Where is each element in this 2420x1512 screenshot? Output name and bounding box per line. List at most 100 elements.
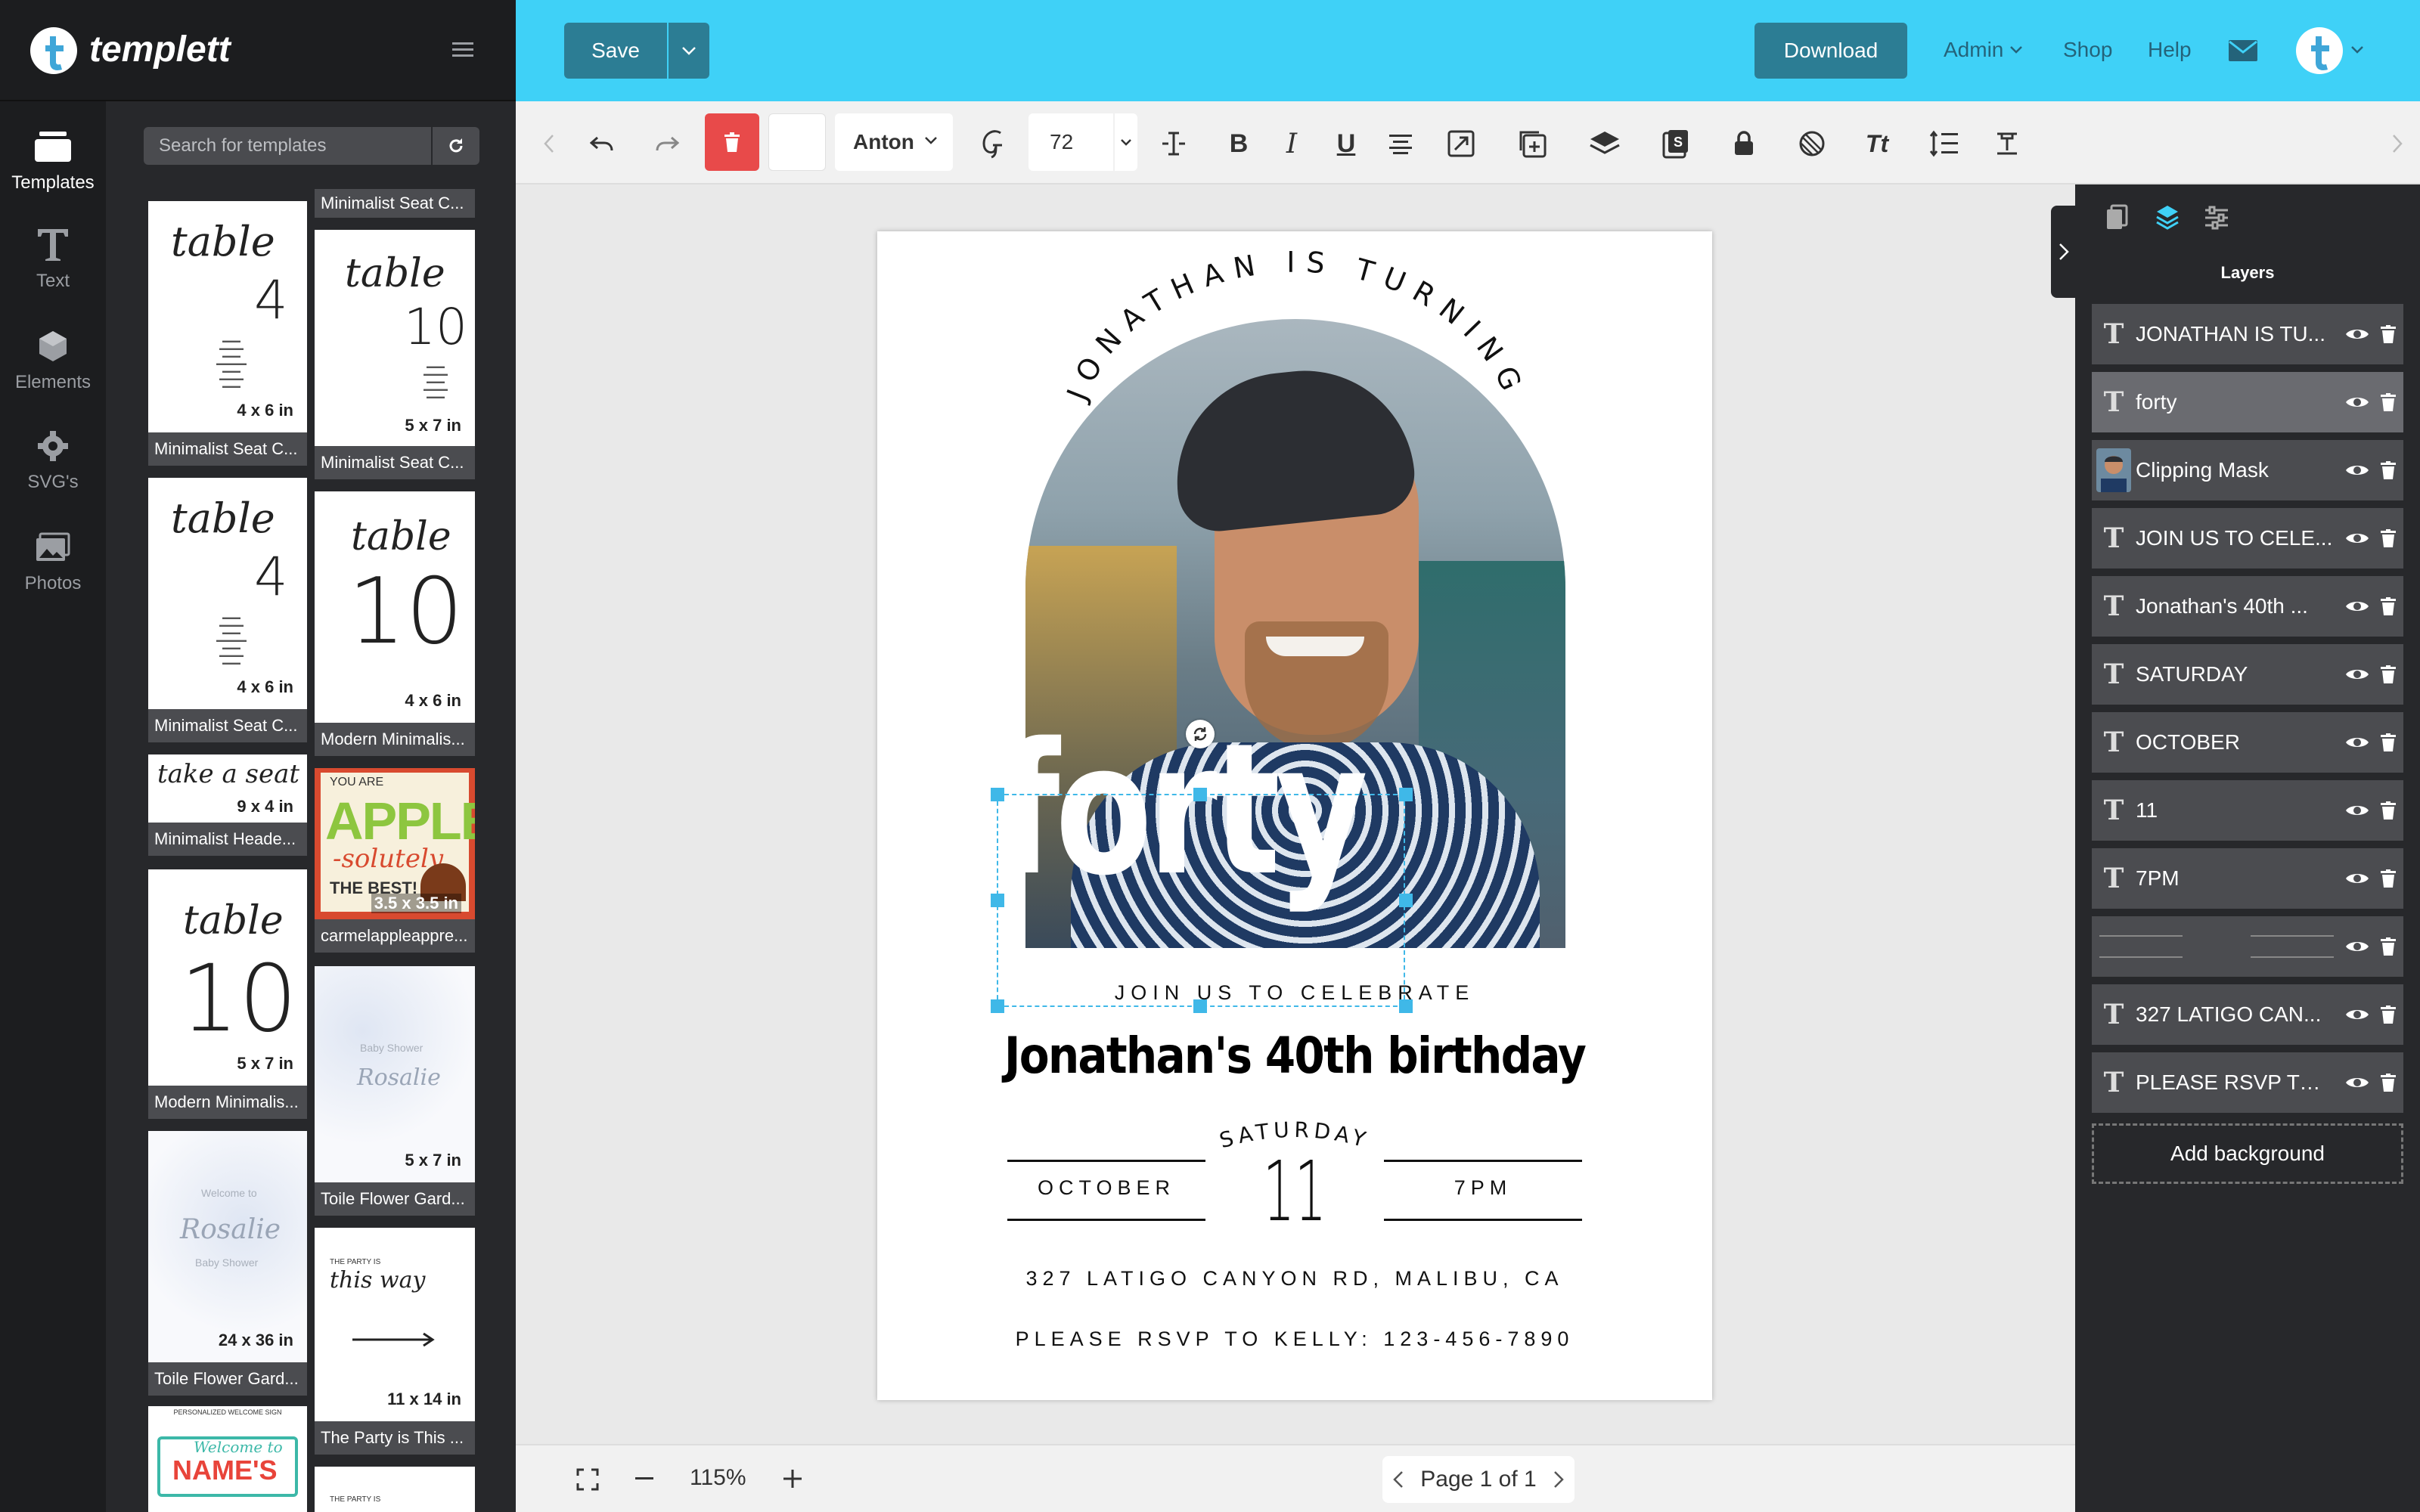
visibility-eye-icon[interactable] <box>2341 1075 2373 1090</box>
admin-menu[interactable]: Admin <box>1944 38 2023 62</box>
zoom-in-icon[interactable] <box>782 1468 803 1489</box>
mail-icon[interactable] <box>2228 39 2258 62</box>
letter-spacing-icon[interactable] <box>1156 125 1192 162</box>
resize-handle-n[interactable] <box>1193 788 1207 801</box>
layer-row[interactable]: T OCTOBER <box>2092 712 2403 773</box>
visibility-eye-icon[interactable] <box>2341 939 2373 954</box>
add-background-button[interactable]: Add background <box>2092 1123 2403 1184</box>
undo-icon[interactable] <box>584 125 620 162</box>
arc-text-layer[interactable]: JONATHAN IS TURNING <box>877 231 1712 458</box>
trash-icon[interactable] <box>2373 869 2403 888</box>
transparency-icon[interactable] <box>1794 125 1830 162</box>
template-card-1[interactable]: table 4 ▬▬▬ ▬▬▬▬ ▬▬▬ ▬▬▬▬▬ ▬▬▬ ▬▬▬▬ ▬▬▬ 4 x 6 … <box>148 201 307 466</box>
font-style-icon[interactable] <box>974 125 1010 162</box>
resize-handle-ne[interactable] <box>1399 788 1413 801</box>
month-text[interactable]: OCTOBER <box>1007 1176 1205 1200</box>
layers-tab-icon[interactable] <box>2155 204 2180 230</box>
visibility-eye-icon[interactable] <box>2341 599 2373 614</box>
layers-order-icon[interactable] <box>1587 125 1623 162</box>
settings-tab-icon[interactable] <box>2204 206 2229 230</box>
trash-icon[interactable] <box>2373 325 2403 343</box>
layer-row[interactable]: T PLEASE RSVP TO ... <box>2092 1052 2403 1113</box>
birthday-title[interactable]: Jonathan's 40th birthday <box>927 1027 1662 1085</box>
trash-icon[interactable] <box>2373 461 2403 479</box>
rail-item-svgs[interactable]: SVG's <box>0 425 106 493</box>
template-card-4[interactable]: table 10 4 x 6 in Modern Minimalis... <box>315 491 475 756</box>
template-card-9[interactable]: Welcome to Rosalie Baby Shower 24 x 36 i… <box>148 1131 307 1396</box>
help-link[interactable]: Help <box>2148 38 2192 62</box>
visibility-eye-icon[interactable] <box>2341 463 2373 478</box>
duplicate-icon[interactable] <box>1514 125 1550 162</box>
rail-item-text[interactable]: Text <box>0 224 106 292</box>
align-center-icon[interactable] <box>1382 125 1419 162</box>
visibility-eye-icon[interactable] <box>2341 531 2373 546</box>
italic-icon[interactable]: I <box>1274 125 1310 162</box>
rail-item-templates[interactable]: Templates <box>0 125 106 194</box>
layer-row[interactable]: T 11 <box>2092 780 2403 841</box>
visibility-eye-icon[interactable] <box>2341 327 2373 342</box>
next-page-icon[interactable] <box>1553 1470 1564 1489</box>
time-text[interactable]: 7PM <box>1384 1176 1582 1200</box>
design-page[interactable]: JONATHAN IS TURNING forty JOIN US TO CEL… <box>877 231 1712 1400</box>
text-case-icon[interactable]: Tt <box>1859 125 1895 162</box>
font-family-select[interactable]: Anton <box>835 113 953 171</box>
layer-row[interactable]: T Jonathan's 40th ... <box>2092 576 2403 637</box>
shop-link[interactable]: Shop <box>2063 38 2112 62</box>
save-options-dropdown[interactable] <box>669 23 709 79</box>
template-card-10[interactable]: THE PARTY IS this way 11 x 14 in The Par… <box>315 1228 475 1455</box>
scroll-right-icon[interactable] <box>2379 125 2415 162</box>
line-height-icon[interactable] <box>1925 125 1962 162</box>
resize-icon[interactable] <box>1443 125 1479 162</box>
visibility-eye-icon[interactable] <box>2341 667 2373 682</box>
resize-handle-e[interactable] <box>1399 894 1413 907</box>
bold-icon[interactable]: B <box>1221 125 1257 162</box>
font-size-input[interactable]: 72 <box>1028 113 1113 171</box>
trash-icon[interactable] <box>2373 937 2403 956</box>
template-card-top[interactable]: Minimalist Seat C... <box>315 189 475 218</box>
join-text[interactable]: JOIN US TO CELEBRATE <box>877 981 1712 1005</box>
scroll-left-icon[interactable] <box>531 125 567 162</box>
trash-icon[interactable] <box>2373 597 2403 615</box>
visibility-eye-icon[interactable] <box>2341 803 2373 818</box>
template-card-7[interactable]: table 10 5 x 7 in Modern Minimalis... <box>148 869 307 1119</box>
user-avatar[interactable] <box>2296 27 2343 74</box>
previous-page-icon[interactable] <box>1393 1470 1404 1489</box>
template-card-11[interactable]: PERSONALIZED WELCOME SIGN Welcome to NAM… <box>148 1406 307 1512</box>
link-layer-icon[interactable]: S <box>1658 125 1694 162</box>
chevron-down-icon[interactable] <box>2350 45 2364 54</box>
trash-icon[interactable] <box>2373 1005 2403 1024</box>
hamburger-menu-icon[interactable] <box>452 41 473 57</box>
redo-icon[interactable] <box>649 125 685 162</box>
address-text[interactable]: 327 LATIGO CANYON RD, MALIBU, CA <box>877 1267 1712 1290</box>
download-button[interactable]: Download <box>1754 23 1907 79</box>
visibility-eye-icon[interactable] <box>2341 871 2373 886</box>
refresh-icon[interactable] <box>433 127 479 165</box>
trash-icon[interactable] <box>2373 393 2403 411</box>
layer-row[interactable]: T 7PM <box>2092 848 2403 909</box>
template-card-5[interactable]: take a seat 9 x 4 in Minimalist Heade... <box>148 754 307 856</box>
template-card-6[interactable]: YOU ARE APPLE -solutely THE BEST! 3.5 x … <box>315 768 475 953</box>
save-button[interactable]: Save <box>564 23 667 79</box>
rsvp-text[interactable]: PLEASE RSVP TO KELLY: 123-456-7890 <box>877 1328 1712 1351</box>
layer-row[interactable]: T JONATHAN IS TU... <box>2092 304 2403 364</box>
trash-icon[interactable] <box>2373 801 2403 820</box>
trash-icon[interactable] <box>2373 665 2403 683</box>
delete-button[interactable] <box>705 113 759 171</box>
visibility-eye-icon[interactable] <box>2341 1007 2373 1022</box>
trash-icon[interactable] <box>2373 529 2403 547</box>
template-search-input[interactable]: Search for templates <box>144 127 431 165</box>
rotate-handle-icon[interactable] <box>1186 720 1215 748</box>
layer-row[interactable]: Tforty <box>2092 372 2403 432</box>
layer-row[interactable]: T SATURDAY <box>2092 644 2403 705</box>
layer-row[interactable]: Clipping Mask <box>2092 440 2403 500</box>
template-card-12[interactable]: THE PARTY IS <box>315 1467 475 1512</box>
template-card-2[interactable]: table 10 ▬▬▬ ▬▬▬▬ ▬▬▬ ▬▬▬▬ ▬▬▬ 5 x 7 in Mini… <box>315 230 475 479</box>
date-text[interactable]: 11 <box>1249 1143 1340 1240</box>
fullscreen-icon[interactable] <box>576 1468 599 1491</box>
trash-icon[interactable] <box>2373 733 2403 751</box>
fill-color-swatch[interactable] <box>768 113 826 171</box>
lock-icon[interactable] <box>1726 125 1762 162</box>
font-size-dropdown[interactable] <box>1115 113 1137 171</box>
text-transform-icon[interactable] <box>1989 125 2025 162</box>
resize-handle-w[interactable] <box>991 894 1004 907</box>
